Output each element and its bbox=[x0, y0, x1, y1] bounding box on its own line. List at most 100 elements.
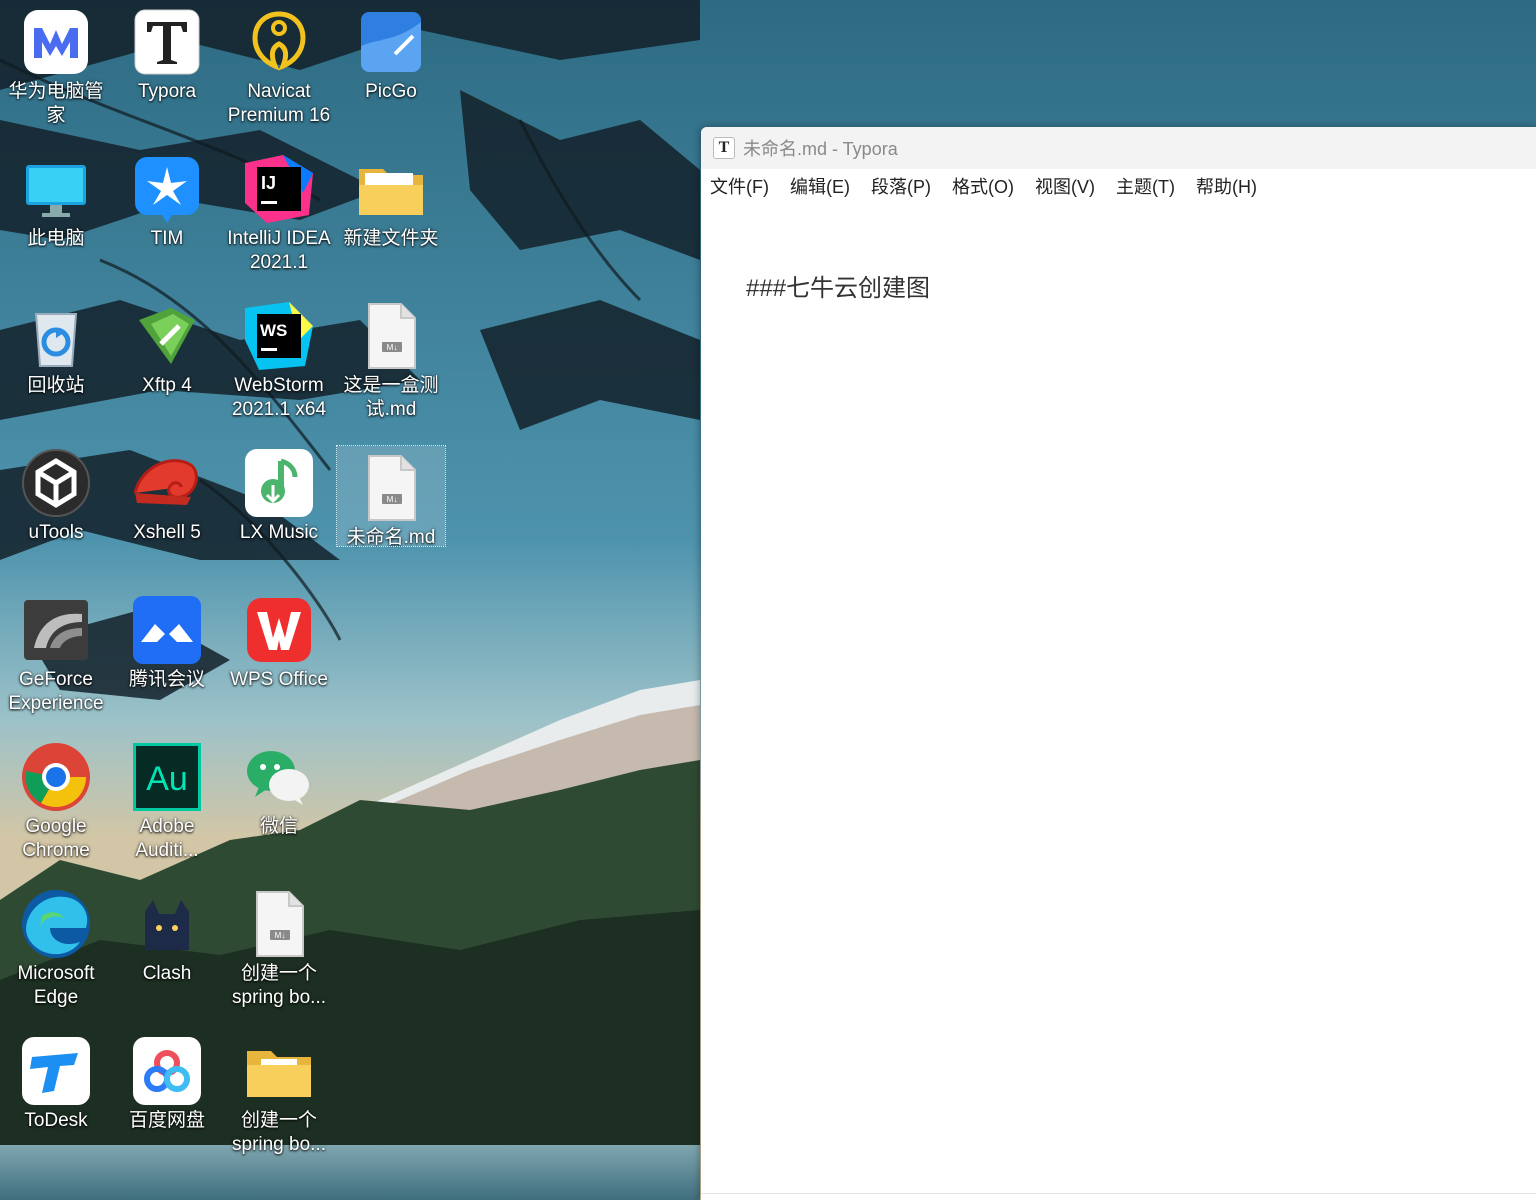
desktop-icon-label: uTools bbox=[28, 522, 84, 543]
desktop-icon-wechat[interactable]: 微信 bbox=[224, 735, 334, 875]
desktop-icon-label: IntelliJ IDEA 2021.1 bbox=[227, 228, 331, 273]
edge-icon bbox=[20, 888, 92, 960]
svg-text:WS: WS bbox=[260, 321, 287, 340]
desktop-icon-label: Adobe Auditi... bbox=[135, 816, 199, 861]
desktop-icon-this-pc[interactable]: 此电脑 bbox=[1, 147, 111, 287]
navicat-icon bbox=[243, 6, 315, 78]
picgo-icon bbox=[355, 6, 427, 78]
xftp-icon bbox=[131, 300, 203, 372]
lx-music-icon bbox=[243, 447, 315, 519]
desktop-icon-label: TIM bbox=[150, 228, 184, 249]
desktop-icon-label: 新建文件夹 bbox=[343, 228, 439, 249]
desktop-icon-label: Clash bbox=[142, 963, 192, 984]
typora-app-icon: T bbox=[713, 137, 735, 159]
desktop-icon-webstorm[interactable]: WS WebStorm 2021.1 x64 bbox=[224, 294, 334, 434]
desktop-icon-geforce-experience[interactable]: GeForce Experience bbox=[1, 588, 111, 728]
desktop-icon-label: Xshell 5 bbox=[133, 522, 201, 543]
this-pc-icon bbox=[20, 153, 92, 225]
desktop-icon-todesk[interactable]: ToDesk bbox=[1, 1029, 111, 1169]
desktop-icon-area: 华为电脑管家 此电脑 回收站 uTools GeForce Experience… bbox=[0, 0, 700, 1200]
desktop-icon-recycle-bin[interactable]: 回收站 bbox=[1, 294, 111, 434]
markdown-file-icon: M↓ bbox=[243, 888, 315, 960]
desktop-icon-label: GeForce Experience bbox=[8, 669, 104, 714]
recycle-bin-icon bbox=[20, 300, 92, 372]
desktop-icon-navicat[interactable]: Navicat Premium 16 bbox=[224, 0, 334, 140]
svg-text:Au: Au bbox=[146, 760, 188, 798]
typora-icon bbox=[131, 6, 203, 78]
desktop-icon-label: 创建一个 spring bo... bbox=[232, 963, 326, 1008]
desktop-icon-intellij-idea[interactable]: IJ IntelliJ IDEA 2021.1 bbox=[224, 147, 334, 287]
chrome-icon bbox=[20, 741, 92, 813]
desktop-icon-wps-office[interactable]: WPS Office bbox=[224, 588, 334, 728]
desktop-icon-typora[interactable]: Typora bbox=[112, 0, 222, 140]
adobe-audition-icon: Au bbox=[131, 741, 203, 813]
desktop-icon-xshell[interactable]: Xshell 5 bbox=[112, 441, 222, 581]
desktop-icon-huawei-pc-manager[interactable]: 华为电脑管家 bbox=[1, 0, 111, 140]
desktop-icon-lx-music[interactable]: LX Music bbox=[224, 441, 334, 581]
xshell-icon bbox=[131, 447, 203, 519]
folder-icon bbox=[243, 1035, 315, 1107]
wechat-icon bbox=[243, 741, 315, 813]
desktop-icon-clash[interactable]: Clash bbox=[112, 882, 222, 1022]
desktop-icon-label: 创建一个 spring bo... bbox=[232, 1110, 326, 1155]
svg-text:M↓: M↓ bbox=[387, 495, 398, 504]
menu-help[interactable]: 帮助(H) bbox=[1195, 171, 1258, 201]
desktop-icon-label: 回收站 bbox=[27, 375, 85, 396]
desktop-icon-new-folder[interactable]: 新建文件夹 bbox=[336, 147, 446, 287]
desktop-icon-spring-boot-md[interactable]: M↓ 创建一个 spring bo... bbox=[224, 882, 334, 1022]
menu-file[interactable]: 文件(F) bbox=[709, 171, 770, 201]
svg-text:M↓: M↓ bbox=[275, 931, 286, 940]
desktop-icon-label: 腾讯会议 bbox=[128, 669, 205, 690]
desktop-icon-test-md[interactable]: M↓ 这是一盒测 试.md bbox=[336, 294, 446, 434]
desktop-icon-google-chrome[interactable]: Google Chrome bbox=[1, 735, 111, 875]
desktop-icon-baidu-netdisk[interactable]: 百度网盘 bbox=[112, 1029, 222, 1169]
desktop-icon-label: 未命名.md bbox=[346, 527, 436, 548]
desktop-icon-label: 百度网盘 bbox=[128, 1110, 205, 1131]
clash-icon bbox=[131, 888, 203, 960]
desktop-icon-label: 此电脑 bbox=[27, 228, 85, 249]
desktop-icon-label: ToDesk bbox=[24, 1110, 88, 1131]
desktop-icon-label: WPS Office bbox=[230, 669, 328, 690]
desktop-icon-label: LX Music bbox=[239, 522, 319, 543]
desktop-icon-label: 这是一盒测 试.md bbox=[343, 375, 439, 420]
markdown-file-icon: M↓ bbox=[355, 452, 427, 524]
desktop-icon-label: Xftp 4 bbox=[142, 375, 192, 396]
desktop-icon-label: WebStorm 2021.1 x64 bbox=[231, 375, 327, 420]
desktop-icon-label: PicGo bbox=[365, 81, 417, 102]
title-bar[interactable]: T 未命名.md - Typora bbox=[701, 127, 1536, 169]
huawei-pc-manager-icon bbox=[20, 6, 92, 78]
menu-edit[interactable]: 编辑(E) bbox=[789, 171, 851, 201]
editor-text-line[interactable]: ###七牛云创建图 bbox=[746, 268, 930, 303]
desktop-icon-xftp[interactable]: Xftp 4 bbox=[112, 294, 222, 434]
desktop-icon-label: 微信 bbox=[259, 816, 298, 837]
svg-text:M↓: M↓ bbox=[387, 343, 398, 352]
menu-bar: 文件(F) 编辑(E) 段落(P) 格式(O) 视图(V) 主题(T) 帮助(H… bbox=[701, 169, 1536, 203]
utools-icon bbox=[20, 447, 92, 519]
desktop-icon-microsoft-edge[interactable]: Microsoft Edge bbox=[1, 882, 111, 1022]
desktop-icon-label: Google Chrome bbox=[22, 816, 90, 861]
folder-icon bbox=[355, 153, 427, 225]
menu-paragraph[interactable]: 段落(P) bbox=[870, 171, 932, 201]
desktop-icon-tim[interactable]: TIM bbox=[112, 147, 222, 287]
editor-area[interactable]: ###七牛云创建图 bbox=[701, 203, 1536, 1200]
desktop-icon-picgo[interactable]: PicGo bbox=[336, 0, 446, 140]
tim-icon bbox=[131, 153, 203, 225]
window-title: 未命名.md - Typora bbox=[743, 139, 898, 159]
todesk-icon bbox=[20, 1035, 92, 1107]
desktop-icon-adobe-audition[interactable]: Au Adobe Auditi... bbox=[112, 735, 222, 875]
desktop-icon-label: Microsoft Edge bbox=[17, 963, 95, 1008]
menu-format[interactable]: 格式(O) bbox=[951, 171, 1015, 201]
desktop-icon-utools[interactable]: uTools bbox=[1, 441, 111, 581]
webstorm-icon: WS bbox=[243, 300, 315, 372]
desktop-icon-tencent-meeting[interactable]: 腾讯会议 bbox=[112, 588, 222, 728]
markdown-file-icon: M↓ bbox=[355, 300, 427, 372]
desktop-icon-untitled-md[interactable]: M↓ 未命名.md bbox=[336, 445, 446, 548]
menu-view[interactable]: 视图(V) bbox=[1034, 171, 1096, 201]
desktop-icon-label: Navicat Premium 16 bbox=[227, 81, 331, 126]
typora-window: T 未命名.md - Typora 文件(F) 编辑(E) 段落(P) 格式(O… bbox=[701, 127, 1536, 1200]
svg-text:IJ: IJ bbox=[261, 173, 276, 193]
intellij-idea-icon: IJ bbox=[243, 153, 315, 225]
desktop-icon-spring-boot-folder[interactable]: 创建一个 spring bo... bbox=[224, 1029, 334, 1169]
menu-theme[interactable]: 主题(T) bbox=[1115, 171, 1176, 201]
desktop-icon-label: Typora bbox=[137, 81, 197, 102]
